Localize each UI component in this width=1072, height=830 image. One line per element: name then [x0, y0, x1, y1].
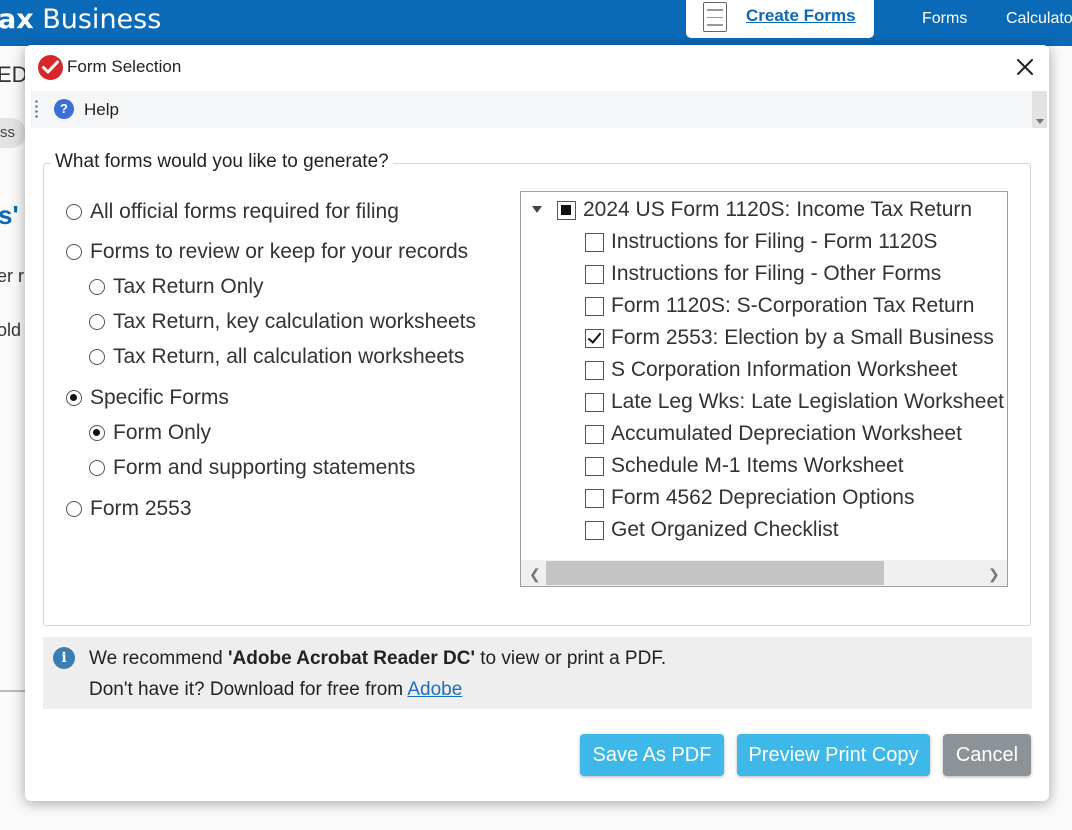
notice-line-2: Don't have it? Download for free from Ad… [89, 679, 463, 700]
radio-button[interactable] [89, 460, 105, 476]
background-text: old [0, 320, 22, 340]
tree-item-label: S Corporation Information Worksheet [611, 358, 958, 381]
tree-item-label: Form 4562 Depreciation Options [611, 486, 915, 509]
tree-item-label: Accumulated Depreciation Worksheet [611, 422, 962, 445]
toolbar-grip-icon[interactable] [35, 99, 38, 119]
fieldset-legend: What forms would you like to generate? [51, 151, 393, 173]
app-header: ax Business Create Forms Forms Calculato [0, 0, 1072, 46]
tree-item[interactable]: Form 1120S: S-Corporation Tax Return [585, 294, 974, 318]
background-divider [0, 690, 26, 692]
radio-tax-return-all[interactable]: Tax Return, all calculation worksheets [89, 345, 464, 369]
form-selection-dialog: Form Selection ? Help What forms would y… [25, 45, 1049, 801]
forms-tree[interactable]: 2024 US Form 1120S: Income Tax Return In… [520, 191, 1008, 587]
radio-form-only[interactable]: Form Only [89, 421, 211, 445]
radio-button[interactable] [89, 425, 105, 441]
tree-item[interactable]: Form 4562 Depreciation Options [585, 486, 915, 510]
tree-item-label: Schedule M-1 Items Worksheet [611, 454, 904, 477]
horizontal-scrollbar[interactable]: ❮ ❯ [521, 560, 1007, 586]
help-toolbar: ? Help [31, 91, 1047, 128]
tree-item-label: Get Organized Checklist [611, 518, 839, 541]
scrollbar-thumb[interactable] [546, 561, 884, 585]
radio-button[interactable] [89, 279, 105, 295]
radio-label: Form Only [113, 421, 212, 444]
radio-button[interactable] [66, 204, 82, 220]
tree-item-label: Late Leg Wks: Late Legislation Worksheet [611, 390, 1005, 413]
tree-item[interactable]: Get Organized Checklist [585, 518, 839, 542]
radio-button[interactable] [66, 501, 82, 517]
tree-item[interactable]: Schedule M-1 Items Worksheet [585, 454, 904, 478]
tree-root-label: 2024 US Form 1120S: Income Tax Return [583, 198, 973, 221]
scroll-left-icon[interactable]: ❮ [529, 566, 541, 583]
background-text: er r [0, 266, 24, 286]
tree-item-label: Form 1120S: S-Corporation Tax Return [611, 294, 975, 317]
info-icon: i [53, 647, 75, 669]
background-heading: s' [0, 200, 19, 230]
radio-label: Form 2553 [90, 497, 192, 520]
scroll-right-icon[interactable]: ❯ [988, 566, 1000, 583]
tree-item-label: Form 2553: Election by a Small Business [611, 326, 994, 349]
radio-label: Tax Return Only [113, 275, 264, 298]
nav-forms[interactable]: Forms [922, 10, 967, 28]
tree-item-checkbox[interactable] [585, 264, 604, 284]
tree-root-checkbox[interactable] [557, 200, 576, 220]
create-forms-button[interactable]: Create Forms [686, 0, 874, 38]
collapse-arrow-icon[interactable] [532, 206, 542, 213]
tree-item-checkbox[interactable] [585, 488, 604, 508]
help-button[interactable]: Help [84, 100, 119, 120]
radio-specific-forms[interactable]: Specific Forms [66, 386, 229, 410]
radio-label: Forms to review or keep for your records [90, 240, 469, 263]
radio-button[interactable] [89, 349, 105, 365]
tree-item-checkbox[interactable] [585, 360, 604, 380]
preview-print-copy-button[interactable]: Preview Print Copy [737, 734, 930, 776]
tree-item-checkbox[interactable] [585, 232, 604, 252]
tree-item-checkbox[interactable] [585, 328, 604, 348]
tree-item-checkbox[interactable] [585, 456, 604, 476]
toolbar-scrollbar[interactable] [1032, 91, 1047, 128]
save-as-pdf-button[interactable]: Save As PDF [580, 734, 724, 776]
tree-item[interactable]: S Corporation Information Worksheet [585, 358, 957, 382]
radio-button[interactable] [89, 314, 105, 330]
radio-button[interactable] [66, 244, 82, 260]
dialog-title: Form Selection [67, 57, 182, 76]
cancel-button[interactable]: Cancel [943, 734, 1031, 776]
pdf-reader-notice: i We recommend 'Adobe Acrobat Reader DC'… [43, 637, 1032, 709]
tree-item[interactable]: Instructions for Filing - Form 1120S [585, 230, 937, 254]
tree-item[interactable]: Instructions for Filing - Other Forms [585, 262, 941, 286]
adobe-link[interactable]: Adobe [407, 679, 462, 700]
tree-item[interactable]: Late Leg Wks: Late Legislation Worksheet [585, 390, 1004, 414]
radio-label: Tax Return, all calculation worksheets [113, 345, 465, 368]
radio-form-2553[interactable]: Form 2553 [66, 497, 192, 521]
tree-item-label: Instructions for Filing - Form 1120S [611, 230, 938, 253]
radio-form-supporting[interactable]: Form and supporting statements [89, 456, 415, 480]
background-text: ED [0, 62, 28, 87]
radio-tax-return-only[interactable]: Tax Return Only [89, 275, 264, 299]
create-forms-label[interactable]: Create Forms [746, 6, 856, 26]
checkmark-icon [38, 55, 63, 80]
radio-review-keep[interactable]: Forms to review or keep for your records [66, 240, 468, 264]
nav-calculator[interactable]: Calculato [1006, 10, 1072, 28]
radio-label: Tax Return, key calculation worksheets [113, 310, 476, 333]
tree-item-checkbox[interactable] [585, 296, 604, 316]
radio-all-official[interactable]: All official forms required for filing [66, 200, 399, 224]
brand-logo: ax Business [0, 4, 162, 35]
tree-root[interactable]: 2024 US Form 1120S: Income Tax Return [557, 198, 972, 222]
radio-tax-return-key[interactable]: Tax Return, key calculation worksheets [89, 310, 476, 334]
radio-label: Specific Forms [90, 386, 229, 409]
tree-item-label: Instructions for Filing - Other Forms [611, 262, 942, 285]
tree-item[interactable]: Form 2553: Election by a Small Business [585, 326, 994, 350]
tree-item[interactable]: Accumulated Depreciation Worksheet [585, 422, 962, 446]
tree-item-checkbox[interactable] [585, 424, 604, 444]
tree-item-checkbox[interactable] [585, 520, 604, 540]
help-icon[interactable]: ? [54, 99, 74, 119]
radio-button[interactable] [66, 390, 82, 406]
radio-label: All official forms required for filing [90, 200, 399, 223]
notice-line-1: We recommend 'Adobe Acrobat Reader DC' t… [89, 648, 667, 669]
tree-item-checkbox[interactable] [585, 392, 604, 412]
close-icon[interactable] [1013, 55, 1037, 79]
document-icon [703, 2, 727, 32]
radio-label: Form and supporting statements [113, 456, 416, 479]
